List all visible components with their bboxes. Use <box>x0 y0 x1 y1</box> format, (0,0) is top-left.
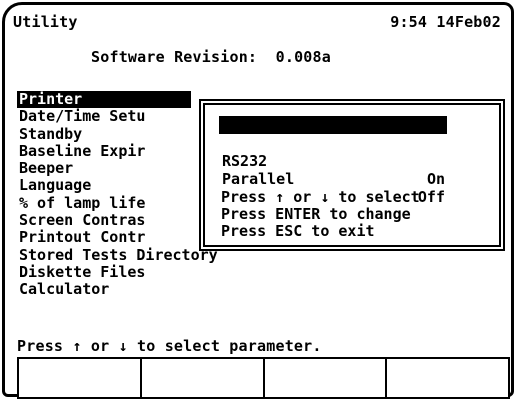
menu-item-lamp-life[interactable]: % of lamp life <box>17 194 220 212</box>
softkey-2[interactable] <box>141 359 265 397</box>
option-rs232[interactable]: RS232 On <box>219 134 447 188</box>
menu-item-date-time-setup[interactable]: Date/Time Setu <box>17 107 220 125</box>
screen-title: Utility <box>13 13 78 31</box>
menu-item-language[interactable]: Language <box>17 177 220 195</box>
clock-display: 9:54 14Feb02 <box>390 13 501 31</box>
option-internal[interactable]: Internal Off <box>219 116 447 170</box>
help-text-select: Press ↑ or ↓ to select <box>221 188 420 206</box>
softkey-bar <box>17 357 510 399</box>
menu-item-diskette-files[interactable]: Diskette Files <box>17 263 220 281</box>
option-parallel[interactable]: Parallel Off <box>219 152 447 206</box>
utility-menu: Printer Date/Time Setu Standby Baseline … <box>17 90 220 299</box>
menu-item-beeper[interactable]: Beeper <box>17 159 220 177</box>
softkey-4[interactable] <box>387 359 508 397</box>
menu-item-standby[interactable]: Standby <box>17 125 220 143</box>
menu-item-calculator[interactable]: Calculator <box>17 280 220 298</box>
menu-item-printout-control[interactable]: Printout Contr <box>17 229 220 247</box>
option-label: Parallel <box>222 170 295 188</box>
software-revision: Software Revision: 0.008a <box>91 48 331 66</box>
menu-item-printer[interactable]: Printer <box>17 90 191 109</box>
status-line: Press ↑ or ↓ to select parameter. <box>17 337 322 355</box>
menu-item-baseline-expiration[interactable]: Baseline Expir <box>17 142 220 160</box>
softkey-1[interactable] <box>19 359 142 397</box>
help-text-change: Press ENTER to change <box>221 205 411 223</box>
option-value: Off <box>417 188 445 206</box>
printer-options-popup: Internal Off RS232 On Parallel Off Press… <box>203 103 501 247</box>
softkey-3[interactable] <box>264 359 388 397</box>
help-text-exit: Press ESC to exit <box>221 222 375 240</box>
option-value: On <box>426 170 445 188</box>
menu-item-screen-contrast[interactable]: Screen Contras <box>17 211 220 229</box>
instrument-screen: Utility 9:54 14Feb02 Software Revision: … <box>2 2 514 399</box>
menu-item-stored-tests-directory[interactable]: Stored Tests Directory <box>17 246 220 264</box>
